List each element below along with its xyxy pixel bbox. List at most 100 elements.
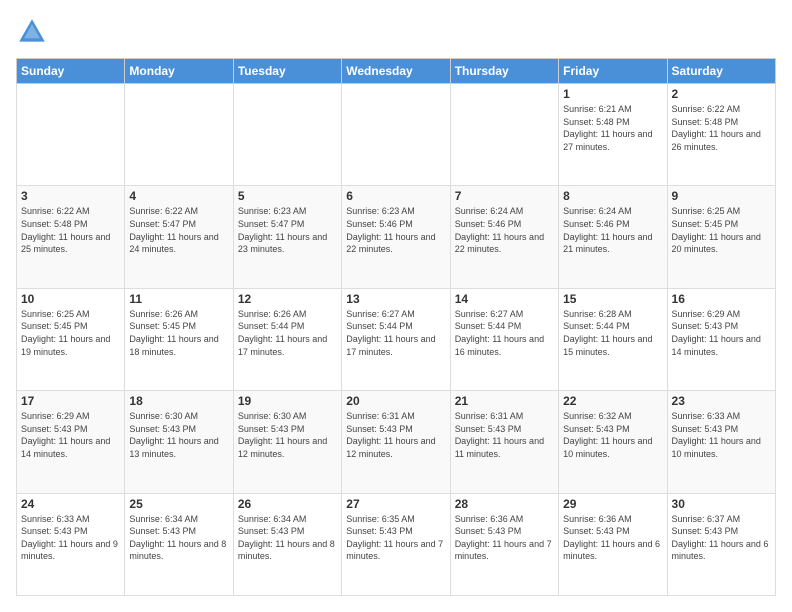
day-info: Sunrise: 6:31 AM Sunset: 5:43 PM Dayligh…: [455, 410, 554, 460]
calendar-day-13: 13Sunrise: 6:27 AM Sunset: 5:44 PM Dayli…: [342, 288, 450, 390]
calendar-day-12: 12 Sunrise: 6:26 AM Sunset: 5:44 PM Dayli…: [233, 288, 341, 390]
col-header-saturday: Saturday: [667, 59, 775, 84]
calendar-week-0: 1 Sunrise: 6:21 AM Sunset: 5:48 PM Daylig…: [17, 84, 776, 186]
page: SundayMondayTuesdayWednesdayThursdayFrid…: [0, 0, 792, 612]
calendar-day-2: 2 Sunrise: 6:22 AM Sunset: 5:48 PM Daylig…: [667, 84, 775, 186]
calendar-day-1: 1 Sunrise: 6:21 AM Sunset: 5:48 PM Daylig…: [559, 84, 667, 186]
calendar-day-8: 8Sunrise: 6:24 AM Sunset: 5:46 PM Daylig…: [559, 186, 667, 288]
calendar-day-10: 10 Sunrise: 6:25 AM Sunset: 5:45 PM Dayli…: [17, 288, 125, 390]
day-info: Sunrise: 6:33 AM Sunset: 5:43 PM Dayligh…: [21, 513, 120, 563]
day-number: 10: [21, 292, 120, 306]
calendar-day-23: 23 Sunrise: 6:33 AM Sunset: 5:43 PM Dayli…: [667, 391, 775, 493]
day-info: Sunrise: 6:30 AM Sunset: 5:43 PM Dayligh…: [129, 410, 228, 460]
calendar-day-15: 15 Sunrise: 6:28 AM Sunset: 5:44 PM Dayli…: [559, 288, 667, 390]
calendar-day-27: 27 Sunrise: 6:35 AM Sunset: 5:43 PM Dayli…: [342, 493, 450, 595]
calendar-day-19: 19Sunrise: 6:30 AM Sunset: 5:43 PM Dayli…: [233, 391, 341, 493]
header: [16, 16, 776, 48]
day-info: Sunrise: 6:28 AM Sunset: 5:44 PM Dayligh…: [563, 308, 662, 358]
calendar-week-1: 3 Sunrise: 6:22 AM Sunset: 5:48 PM Daylig…: [17, 186, 776, 288]
day-info: Sunrise: 6:24 AM Sunset: 5:46 PM Dayligh…: [563, 205, 662, 255]
empty-cell: [342, 84, 450, 186]
calendar-day-24: 24Sunrise: 6:33 AM Sunset: 5:43 PM Dayli…: [17, 493, 125, 595]
calendar-day-3: 3 Sunrise: 6:22 AM Sunset: 5:48 PM Daylig…: [17, 186, 125, 288]
calendar-day-25: 25 Sunrise: 6:34 AM Sunset: 5:43 PM Dayli…: [125, 493, 233, 595]
day-info: Sunrise: 6:22 AM Sunset: 5:48 PM Dayligh…: [21, 205, 120, 255]
calendar-table: SundayMondayTuesdayWednesdayThursdayFrid…: [16, 58, 776, 596]
day-number: 19: [238, 394, 337, 408]
day-number: 3: [21, 189, 120, 203]
day-info: Sunrise: 6:23 AM Sunset: 5:46 PM Dayligh…: [346, 205, 445, 255]
day-number: 5: [238, 189, 337, 203]
day-info: Sunrise: 6:25 AM Sunset: 5:45 PM Dayligh…: [672, 205, 771, 255]
calendar-day-18: 18 Sunrise: 6:30 AM Sunset: 5:43 PM Dayli…: [125, 391, 233, 493]
day-info: Sunrise: 6:27 AM Sunset: 5:44 PM Dayligh…: [455, 308, 554, 358]
day-number: 9: [672, 189, 771, 203]
day-number: 26: [238, 497, 337, 511]
day-info: Sunrise: 6:25 AM Sunset: 5:45 PM Dayligh…: [21, 308, 120, 358]
calendar-day-20: 20 Sunrise: 6:31 AM Sunset: 5:43 PM Dayli…: [342, 391, 450, 493]
day-number: 21: [455, 394, 554, 408]
day-info: Sunrise: 6:22 AM Sunset: 5:47 PM Dayligh…: [129, 205, 228, 255]
day-number: 4: [129, 189, 228, 203]
calendar-day-6: 6 Sunrise: 6:23 AM Sunset: 5:46 PM Daylig…: [342, 186, 450, 288]
day-info: Sunrise: 6:26 AM Sunset: 5:44 PM Dayligh…: [238, 308, 337, 358]
day-info: Sunrise: 6:21 AM Sunset: 5:48 PM Dayligh…: [563, 103, 662, 153]
col-header-monday: Monday: [125, 59, 233, 84]
day-info: Sunrise: 6:22 AM Sunset: 5:48 PM Dayligh…: [672, 103, 771, 153]
day-number: 11: [129, 292, 228, 306]
calendar-day-28: 28Sunrise: 6:36 AM Sunset: 5:43 PM Dayli…: [450, 493, 558, 595]
empty-cell: [17, 84, 125, 186]
logo: [16, 16, 52, 48]
day-number: 17: [21, 394, 120, 408]
day-number: 22: [563, 394, 662, 408]
calendar-day-5: 5 Sunrise: 6:23 AM Sunset: 5:47 PM Daylig…: [233, 186, 341, 288]
day-info: Sunrise: 6:27 AM Sunset: 5:44 PM Dayligh…: [346, 308, 445, 358]
col-header-wednesday: Wednesday: [342, 59, 450, 84]
day-number: 15: [563, 292, 662, 306]
day-number: 7: [455, 189, 554, 203]
col-header-sunday: Sunday: [17, 59, 125, 84]
day-info: Sunrise: 6:37 AM Sunset: 5:43 PM Dayligh…: [672, 513, 771, 563]
day-info: Sunrise: 6:29 AM Sunset: 5:43 PM Dayligh…: [672, 308, 771, 358]
calendar-day-26: 26Sunrise: 6:34 AM Sunset: 5:43 PM Dayli…: [233, 493, 341, 595]
day-number: 18: [129, 394, 228, 408]
calendar-day-11: 11 Sunrise: 6:26 AM Sunset: 5:45 PM Dayli…: [125, 288, 233, 390]
day-info: Sunrise: 6:33 AM Sunset: 5:43 PM Dayligh…: [672, 410, 771, 460]
day-number: 2: [672, 87, 771, 101]
calendar-day-21: 21 Sunrise: 6:31 AM Sunset: 5:43 PM Dayli…: [450, 391, 558, 493]
calendar-day-16: 16 Sunrise: 6:29 AM Sunset: 5:43 PM Dayli…: [667, 288, 775, 390]
calendar-day-4: 4 Sunrise: 6:22 AM Sunset: 5:47 PM Daylig…: [125, 186, 233, 288]
empty-cell: [233, 84, 341, 186]
day-info: Sunrise: 6:29 AM Sunset: 5:43 PM Dayligh…: [21, 410, 120, 460]
day-number: 29: [563, 497, 662, 511]
day-info: Sunrise: 6:26 AM Sunset: 5:45 PM Dayligh…: [129, 308, 228, 358]
calendar-week-3: 17 Sunrise: 6:29 AM Sunset: 5:43 PM Dayli…: [17, 391, 776, 493]
day-info: Sunrise: 6:24 AM Sunset: 5:46 PM Dayligh…: [455, 205, 554, 255]
day-number: 16: [672, 292, 771, 306]
day-info: Sunrise: 6:34 AM Sunset: 5:43 PM Dayligh…: [129, 513, 228, 563]
day-number: 6: [346, 189, 445, 203]
day-number: 12: [238, 292, 337, 306]
logo-icon: [16, 16, 48, 48]
day-info: Sunrise: 6:36 AM Sunset: 5:43 PM Dayligh…: [563, 513, 662, 563]
day-info: Sunrise: 6:32 AM Sunset: 5:43 PM Dayligh…: [563, 410, 662, 460]
empty-cell: [450, 84, 558, 186]
calendar-week-2: 10 Sunrise: 6:25 AM Sunset: 5:45 PM Dayli…: [17, 288, 776, 390]
day-number: 1: [563, 87, 662, 101]
day-number: 23: [672, 394, 771, 408]
calendar-day-29: 29 Sunrise: 6:36 AM Sunset: 5:43 PM Dayli…: [559, 493, 667, 595]
day-number: 20: [346, 394, 445, 408]
day-number: 30: [672, 497, 771, 511]
col-header-thursday: Thursday: [450, 59, 558, 84]
day-number: 25: [129, 497, 228, 511]
day-number: 27: [346, 497, 445, 511]
calendar-day-7: 7 Sunrise: 6:24 AM Sunset: 5:46 PM Daylig…: [450, 186, 558, 288]
day-info: Sunrise: 6:23 AM Sunset: 5:47 PM Dayligh…: [238, 205, 337, 255]
day-info: Sunrise: 6:31 AM Sunset: 5:43 PM Dayligh…: [346, 410, 445, 460]
calendar-header-row: SundayMondayTuesdayWednesdayThursdayFrid…: [17, 59, 776, 84]
calendar-day-14: 14 Sunrise: 6:27 AM Sunset: 5:44 PM Dayli…: [450, 288, 558, 390]
day-number: 14: [455, 292, 554, 306]
day-info: Sunrise: 6:35 AM Sunset: 5:43 PM Dayligh…: [346, 513, 445, 563]
day-number: 28: [455, 497, 554, 511]
col-header-tuesday: Tuesday: [233, 59, 341, 84]
